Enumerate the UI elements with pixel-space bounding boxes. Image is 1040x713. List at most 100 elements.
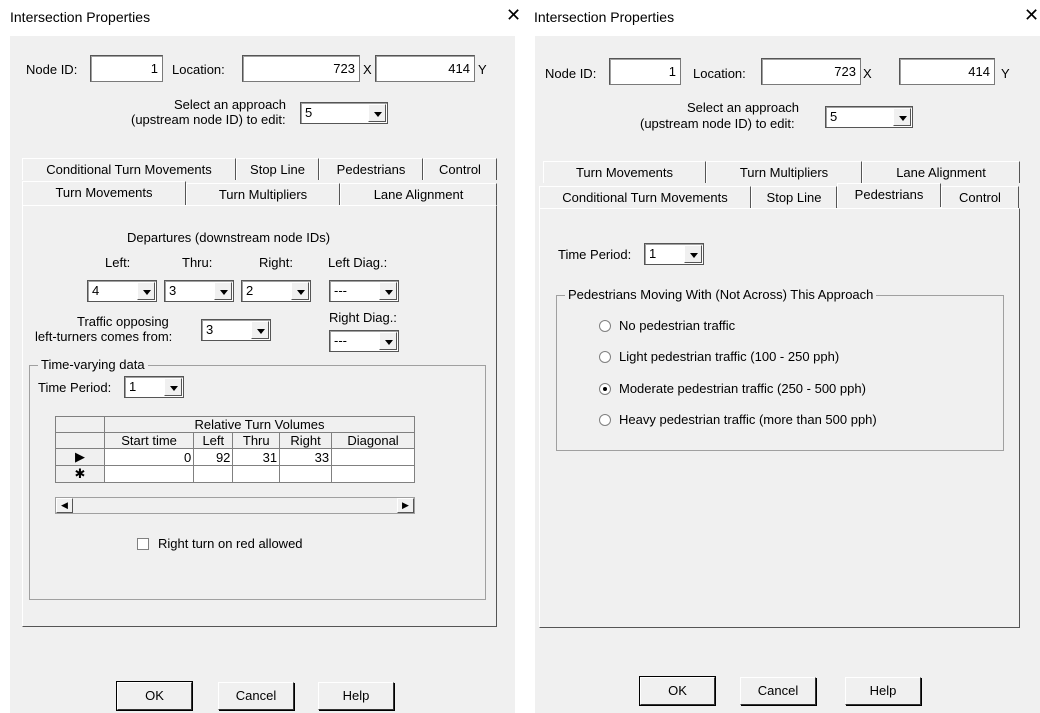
left-diag-label: Left Diag.: <box>328 255 388 270</box>
x-label: X <box>363 62 372 77</box>
grid-cell-thru[interactable]: 31 <box>232 448 281 466</box>
right-departure-select[interactable]: 2 <box>241 280 311 302</box>
rtor-checkbox[interactable] <box>137 538 149 550</box>
tab-lane-alignment[interactable]: Lane Alignment <box>340 183 497 205</box>
close-icon[interactable]: ✕ <box>506 6 520 24</box>
opposing-label-line2: left-turners comes from: <box>35 329 173 344</box>
chevron-down-icon[interactable] <box>379 332 397 350</box>
approach-label-line2: (upstream node ID) to edit: <box>640 116 795 131</box>
cancel-button[interactable]: Cancel <box>218 682 294 710</box>
radio-no-pedestrian[interactable] <box>599 320 611 332</box>
tab-turn-movements[interactable]: Turn Movements <box>22 181 186 205</box>
tab-conditional-turn-movements[interactable]: Conditional Turn Movements <box>539 186 751 208</box>
tab-lane-alignment[interactable]: Lane Alignment <box>862 161 1020 183</box>
help-button[interactable]: Help <box>845 677 921 705</box>
location-label: Location: <box>693 66 746 81</box>
tab-pedestrians[interactable]: Pedestrians <box>837 183 941 207</box>
ok-button[interactable]: OK <box>116 681 193 711</box>
scroll-left-icon[interactable]: ◀ <box>56 498 73 513</box>
node-id-label: Node ID: <box>545 66 597 81</box>
chevron-down-icon[interactable] <box>251 321 269 339</box>
location-y-field[interactable]: 414 <box>375 55 475 82</box>
grid-cell-diagonal[interactable] <box>331 448 415 466</box>
cancel-button[interactable]: Cancel <box>740 677 816 705</box>
time-varying-label: Time-varying data <box>38 357 148 372</box>
new-row-icon: ✱ <box>55 465 105 483</box>
departures-label: Departures (downstream node IDs) <box>127 230 331 245</box>
close-icon[interactable]: ✕ <box>1024 6 1039 24</box>
left-dialog: Intersection Properties ✕ Node ID: 1 Loc… <box>0 0 520 713</box>
tab-control[interactable]: Control <box>941 186 1019 208</box>
grid-cell-empty[interactable] <box>232 465 281 483</box>
scroll-right-icon[interactable]: ▶ <box>397 498 414 513</box>
grid-horizontal-scrollbar[interactable]: ◀ ▶ <box>55 497 415 514</box>
location-x-field[interactable]: 723 <box>761 58 861 85</box>
approach-select[interactable]: 5 <box>300 102 388 124</box>
row-pointer-icon: ▶ <box>55 448 105 466</box>
option-moderate-pedestrian-label: Moderate pedestrian traffic (250 - 500 p… <box>619 381 866 396</box>
help-button[interactable]: Help <box>318 682 394 710</box>
radio-moderate-pedestrian[interactable] <box>599 383 611 395</box>
left-diag-select[interactable]: --- <box>329 280 399 302</box>
time-period-label: Time Period: <box>38 380 112 395</box>
left-dialog-title: Intersection Properties <box>10 9 151 25</box>
grid-cell-empty[interactable] <box>193 465 234 483</box>
tab-stop-line[interactable]: Stop Line <box>751 186 837 208</box>
right-diag-value: --- <box>334 333 347 348</box>
time-period-value: 1 <box>649 246 657 261</box>
tab-control[interactable]: Control <box>423 158 497 180</box>
relative-turn-volumes-grid[interactable]: Relative Turn Volumes Start time Left Th… <box>55 416 415 483</box>
chevron-down-icon[interactable] <box>164 378 182 396</box>
approach-select[interactable]: 5 <box>825 106 913 128</box>
x-label: X <box>863 66 872 81</box>
chevron-down-icon[interactable] <box>379 282 397 300</box>
grid-cell-empty[interactable] <box>331 465 415 483</box>
time-period-select[interactable]: 1 <box>124 376 184 398</box>
ok-button[interactable]: OK <box>639 676 716 706</box>
grid-cell-left[interactable]: 92 <box>193 448 234 466</box>
grid-col-left: Left <box>193 432 234 449</box>
thru-label: Thru: <box>182 255 213 270</box>
option-heavy-pedestrian-label: Heavy pedestrian traffic (more than 500 … <box>619 412 877 427</box>
node-id-field[interactable]: 1 <box>609 58 681 85</box>
left-departure-select[interactable]: 4 <box>87 280 157 302</box>
approach-label-line1: Select an approach <box>174 97 287 112</box>
node-id-field[interactable]: 1 <box>90 55 163 82</box>
right-dialog: Intersection Properties ✕ Node ID: 1 Loc… <box>524 0 1040 713</box>
chevron-down-icon[interactable] <box>368 104 386 122</box>
tab-turn-multipliers[interactable]: Turn Multipliers <box>706 161 862 183</box>
chevron-down-icon[interactable] <box>214 282 232 300</box>
chevron-down-icon[interactable] <box>291 282 309 300</box>
location-x-field[interactable]: 723 <box>242 55 360 82</box>
right-diag-select[interactable]: --- <box>329 330 399 352</box>
approach-select-value: 5 <box>830 109 838 124</box>
tab-conditional-turn-movements[interactable]: Conditional Turn Movements <box>22 158 236 180</box>
left-client-area: Node ID: 1 Location: 723 X 414 Y Select … <box>10 36 515 713</box>
chevron-down-icon[interactable] <box>684 245 702 263</box>
grid-col-diagonal: Diagonal <box>331 432 415 449</box>
tab-turn-movements[interactable]: Turn Movements <box>543 161 706 183</box>
option-light-pedestrian-label: Light pedestrian traffic (100 - 250 pph) <box>619 349 840 364</box>
grid-cell-start-time[interactable]: 0 <box>103 448 195 466</box>
approach-label-line2: (upstream node ID) to edit: <box>131 112 286 127</box>
time-period-label: Time Period: <box>558 247 632 262</box>
table-row[interactable]: ▶ 0 92 31 33 <box>55 448 415 466</box>
grid-cell-right[interactable]: 33 <box>279 448 333 466</box>
location-y-field[interactable]: 414 <box>899 58 995 85</box>
grid-cell-empty[interactable] <box>279 465 333 483</box>
radio-light-pedestrian[interactable] <box>599 351 611 363</box>
tab-pedestrians[interactable]: Pedestrians <box>319 158 423 180</box>
thru-departure-select[interactable]: 3 <box>164 280 234 302</box>
tab-turn-multipliers[interactable]: Turn Multipliers <box>186 183 340 205</box>
time-period-select[interactable]: 1 <box>644 243 704 265</box>
opposing-select[interactable]: 3 <box>201 319 271 341</box>
right-departure-value: 2 <box>246 283 254 298</box>
chevron-down-icon[interactable] <box>137 282 155 300</box>
chevron-down-icon[interactable] <box>893 108 911 126</box>
right-client-area: Node ID: 1 Location: 723 X 414 Y Select … <box>535 36 1040 713</box>
grid-cell-empty[interactable] <box>103 465 195 483</box>
tab-stop-line[interactable]: Stop Line <box>236 158 319 180</box>
left-departure-value: 4 <box>92 283 100 298</box>
table-row[interactable]: ✱ <box>55 465 415 483</box>
radio-heavy-pedestrian[interactable] <box>599 414 611 426</box>
